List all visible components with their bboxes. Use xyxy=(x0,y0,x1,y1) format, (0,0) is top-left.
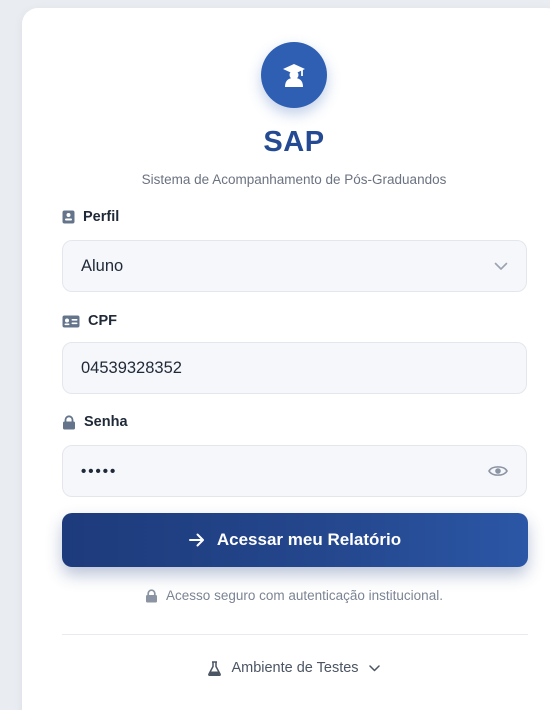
login-card: SAP Sistema de Acompanhamento de Pós-Gra… xyxy=(22,8,550,710)
profile-label-text: Perfil xyxy=(83,209,120,225)
cpf-input[interactable]: 04539328352 xyxy=(62,342,527,394)
graduate-icon xyxy=(280,61,308,89)
id-card-icon xyxy=(62,315,80,328)
cpf-label: CPF xyxy=(62,313,117,329)
password-input-value: ••••• xyxy=(81,462,118,480)
password-label: Senha xyxy=(62,414,128,430)
environment-toggle[interactable]: Ambiente de Testes xyxy=(22,660,550,676)
cpf-label-text: CPF xyxy=(88,313,117,329)
cpf-input-value: 04539328352 xyxy=(81,358,182,377)
flask-icon xyxy=(208,660,222,676)
access-report-button-label: Acessar meu Relatório xyxy=(216,530,402,549)
lock-icon xyxy=(62,414,76,430)
app-title: SAP xyxy=(263,126,325,158)
app-logo xyxy=(261,42,327,108)
secure-access-note: Acesso seguro com autenticação instituci… xyxy=(22,588,550,603)
password-label-text: Senha xyxy=(84,414,128,430)
secure-access-text: Acesso seguro com autenticação instituci… xyxy=(166,588,443,603)
app-subtitle: Sistema de Acompanhamento de Pós-Graduan… xyxy=(141,172,447,187)
lock-icon xyxy=(145,588,158,603)
divider xyxy=(62,634,528,635)
access-report-button[interactable]: Acessar meu Relatório xyxy=(62,513,528,567)
arrow-right-icon xyxy=(188,533,205,547)
profile-select-value: Aluno xyxy=(81,256,124,275)
eye-icon[interactable] xyxy=(488,464,508,478)
id-badge-icon xyxy=(62,210,75,224)
environment-label: Ambiente de Testes xyxy=(231,660,359,676)
profile-label: Perfil xyxy=(62,209,119,225)
profile-select[interactable]: Aluno xyxy=(62,240,527,292)
chevron-down-icon xyxy=(494,262,508,271)
chevron-down-icon xyxy=(368,664,380,672)
password-input[interactable]: ••••• xyxy=(62,445,527,497)
